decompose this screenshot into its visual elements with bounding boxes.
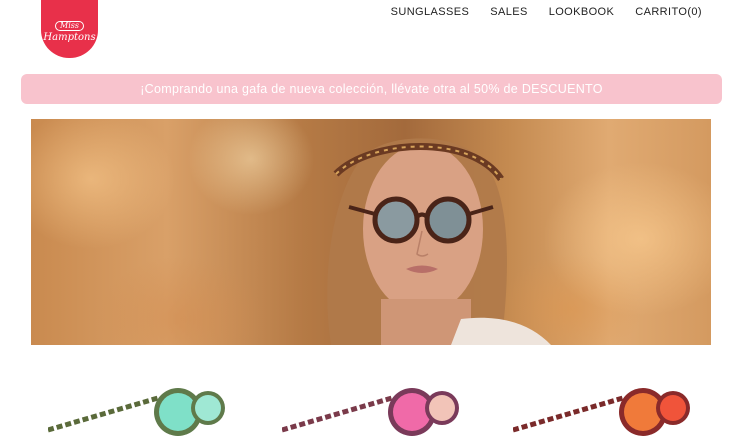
brand-logo[interactable]: Miss Hamptons (41, 0, 98, 58)
product-sunglasses-pink[interactable] (282, 380, 462, 440)
product-sunglasses-orange[interactable] (513, 380, 693, 440)
logo-text-miss: Miss (55, 20, 84, 31)
page: Miss Hamptons SUNGLASSES SALES LOOKBOOK … (0, 0, 750, 441)
nav-item-cart[interactable]: CARRITO(0) (635, 6, 702, 18)
logo-text-hamptons: Hamptons (43, 31, 96, 43)
product-row (0, 370, 750, 441)
main-nav: SUNGLASSES SALES LOOKBOOK CARRITO(0) (391, 6, 702, 18)
nav-item-lookbook[interactable]: LOOKBOOK (549, 6, 615, 18)
product-sunglasses-mint[interactable] (48, 380, 228, 440)
nav-item-sales[interactable]: SALES (490, 6, 527, 18)
hero-image (31, 119, 711, 345)
promo-banner[interactable]: ¡Comprando una gafa de nueva colección, … (21, 74, 722, 104)
nav-item-sunglasses[interactable]: SUNGLASSES (391, 6, 470, 18)
hero-model-illustration (327, 138, 551, 345)
promo-text: ¡Comprando una gafa de nueva colección, … (140, 82, 603, 96)
